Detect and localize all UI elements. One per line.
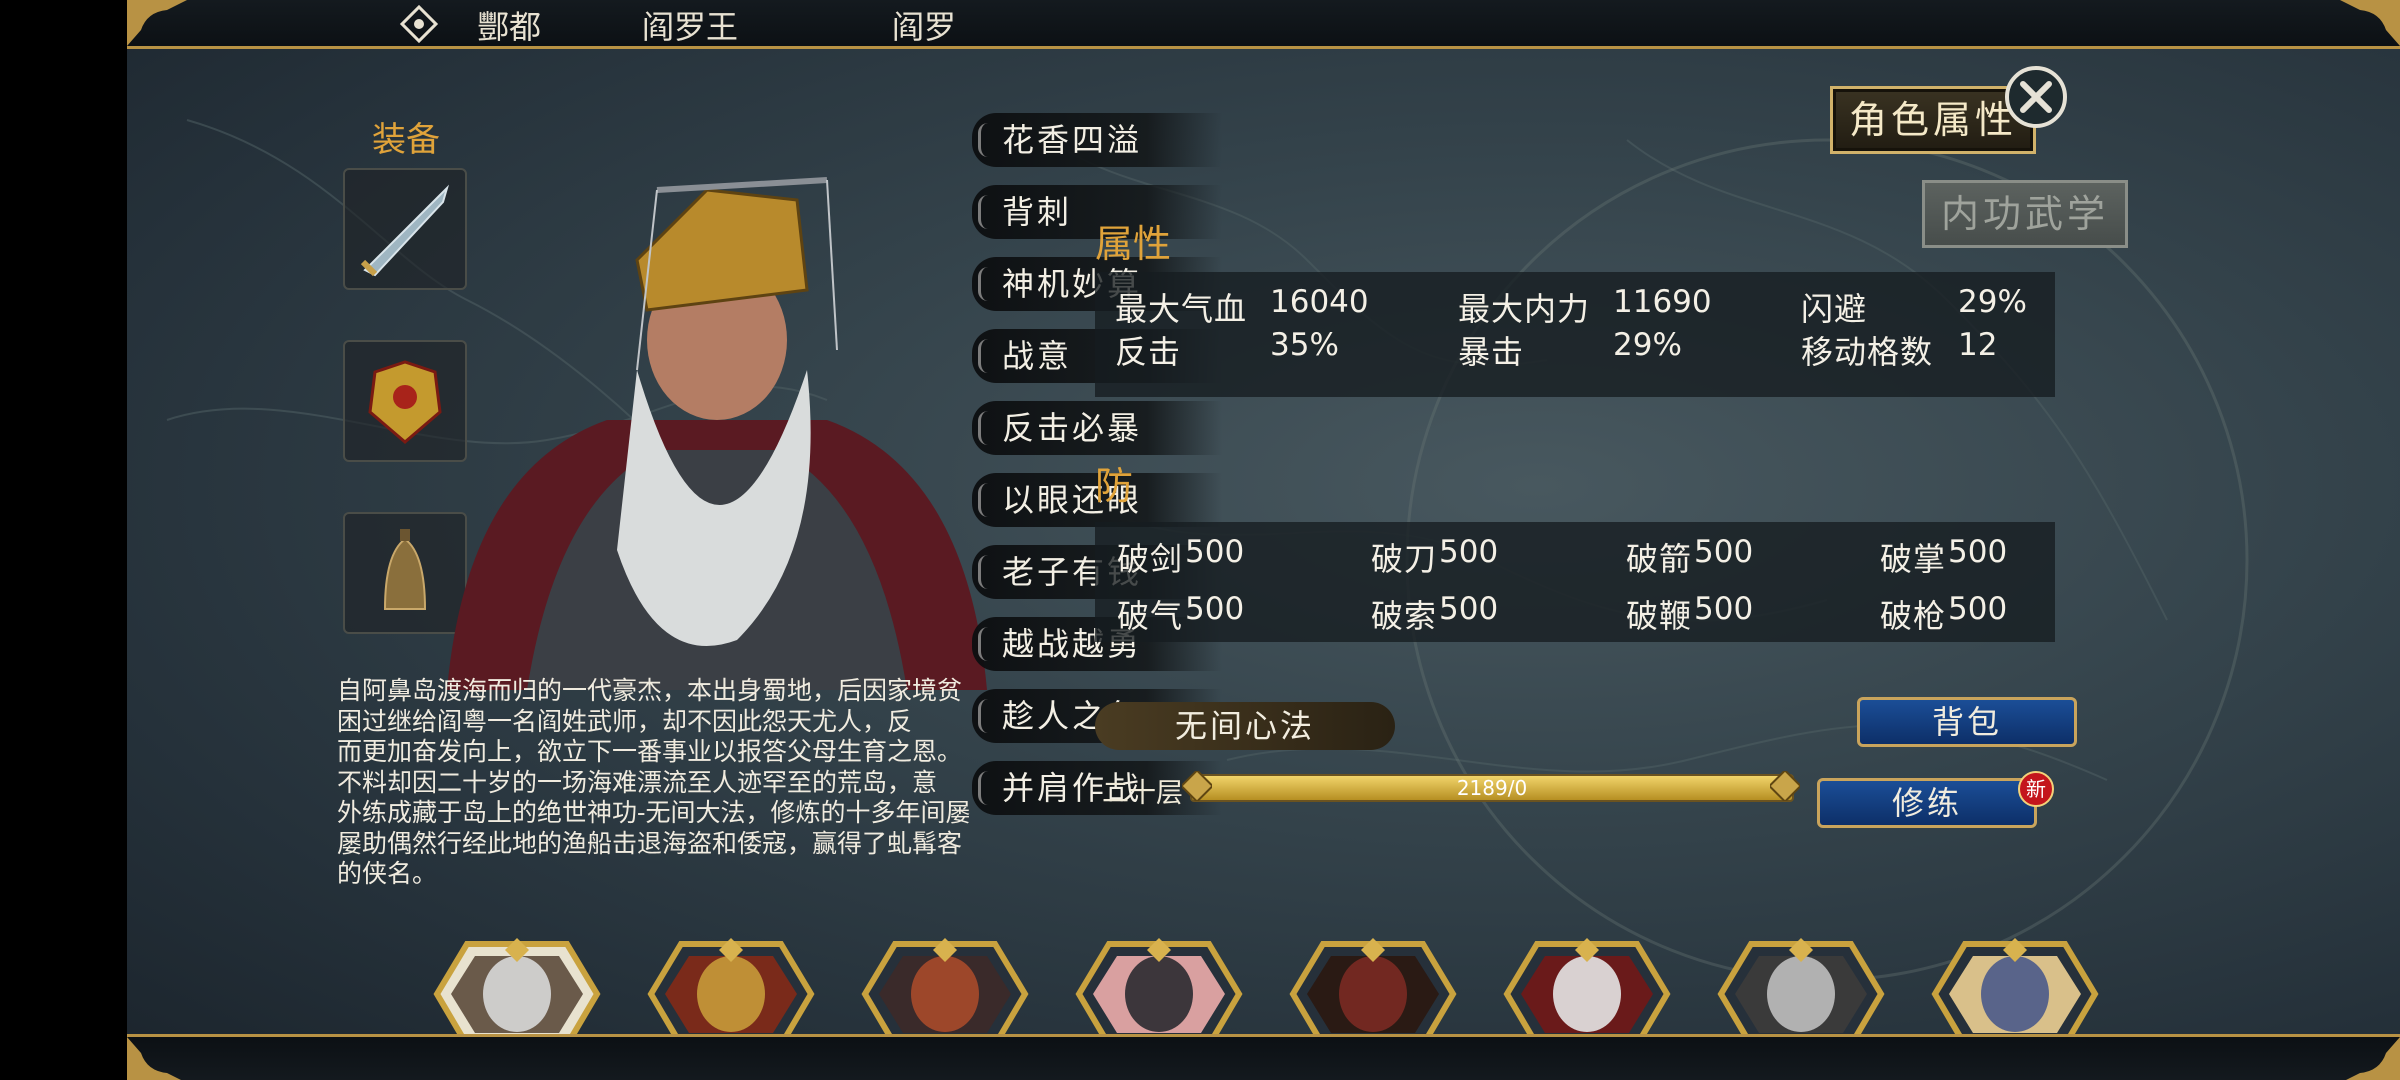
defense-label: 破掌 <box>1880 540 1947 578</box>
defense-value: 500 <box>1694 591 1754 627</box>
character-portrait <box>447 177 987 690</box>
defense-label: 破箭 <box>1626 540 1693 578</box>
defense-value: 500 <box>1439 534 1499 570</box>
progress-knob-icon <box>1770 771 1800 801</box>
inner-art-level: 二十层 <box>1102 778 1183 809</box>
inner-art-name[interactable]: 无间心法 <box>1095 702 1395 750</box>
description-line: 不料却因二十岁的一场海难漂流至人迹罕至的荒岛，意 <box>337 767 938 797</box>
defense-value: 500 <box>1694 534 1754 570</box>
defense-title: 防 <box>1095 464 1134 508</box>
breadcrumb-item-sect[interactable]: 阎罗王 <box>642 2 738 48</box>
stat-label: 最大内力 <box>1458 290 1591 328</box>
stat-label: 最大气血 <box>1115 290 1248 328</box>
corner-ornament-icon <box>127 1037 181 1080</box>
breadcrumb-item-region[interactable]: 酆都 <box>477 2 541 48</box>
defense-value: 500 <box>1948 534 2008 570</box>
corner-ornament-icon <box>2340 0 2400 46</box>
progress-knob-icon <box>1182 771 1212 801</box>
attributes-panel: 最大气血 16040 最大内力 11690 闪避 29% 反击 35% 暴击 2… <box>1095 272 2055 397</box>
defense-label: 破枪 <box>1880 597 1947 635</box>
description-line: 困过继给阎粤一名阎姓武师，却不因此怨天尤人，反 <box>337 706 913 736</box>
stat-value: 29% <box>1613 327 1682 363</box>
description-line: 屡助偶然行经此地的渔船击退海盗和倭寇，赢得了虬髯客 <box>337 828 963 858</box>
corner-ornament-icon <box>127 0 187 46</box>
description-line: 而更加奋发向上，欲立下一番事业以报答父母生育之恩。 <box>337 737 963 766</box>
description-line: 自阿鼻岛渡海而归的一代豪杰，本出身蜀地，后因家境贫 <box>337 676 963 705</box>
inner-art-progress-bar: 2189/0 <box>1190 774 1794 802</box>
breadcrumb-item-character: 阎罗 <box>892 8 957 46</box>
game-screen: 酆都 阎罗王 阎罗 装备 花香四溢 背刺 神机妙算 战意 反击必暴 以眼还眼 老… <box>127 0 2400 1080</box>
defense-label: 破气 <box>1117 597 1184 635</box>
equipment-title: 装备 <box>372 120 440 160</box>
defense-panel: 破剑 500 破刀 500 破箭 500 破掌 500 破气 500 破索 50… <box>1095 522 2055 642</box>
new-badge: 新 <box>2018 771 2054 807</box>
stat-label: 移动格数 <box>1801 333 1934 371</box>
corner-ornament-icon <box>2346 1037 2400 1080</box>
attributes-title: 属性 <box>1095 222 1172 266</box>
train-button[interactable]: 修练 <box>1817 778 2037 828</box>
stat-label: 反击 <box>1115 333 1182 371</box>
skill-item[interactable]: 反击必暴 <box>972 401 1222 455</box>
stat-value: 12 <box>1958 327 1998 363</box>
defense-value: 500 <box>1948 591 2008 627</box>
stat-label: 暴击 <box>1458 333 1525 371</box>
progress-text: 2189/0 <box>1456 776 1528 800</box>
top-bar: 酆都 阎罗王 阎罗 <box>127 0 2400 49</box>
sect-emblem-icon <box>399 4 439 44</box>
character-description: 自阿鼻岛渡海而归的一代豪杰，本出身蜀地，后因家境贫 困过继给阎粤一名阎姓武师，却… <box>337 676 1207 890</box>
stat-value: 35% <box>1270 327 1339 363</box>
stat-value: 11690 <box>1613 284 1712 320</box>
defense-label: 破索 <box>1371 597 1438 635</box>
stat-label: 闪避 <box>1801 290 1868 328</box>
defense-value: 500 <box>1439 591 1499 627</box>
tab-martial-arts[interactable]: 内功武学 <box>1922 180 2128 248</box>
defense-value: 500 <box>1185 591 1245 627</box>
backpack-button[interactable]: 背包 <box>1857 697 2077 747</box>
close-icon[interactable] <box>2003 64 2069 130</box>
stat-value: 29% <box>1958 284 2027 320</box>
skill-item[interactable]: 花香四溢 <box>972 113 1222 167</box>
defense-label: 破鞭 <box>1626 597 1693 635</box>
defense-value: 500 <box>1185 534 1245 570</box>
description-line: 外练成藏于岛上的绝世神功-无间大法，修炼的十多年间屡 <box>337 798 971 827</box>
bottom-bar <box>127 1034 2400 1080</box>
defense-label: 破刀 <box>1371 540 1438 578</box>
defense-label: 破剑 <box>1117 540 1184 578</box>
stat-value: 16040 <box>1270 284 1369 320</box>
description-line: 的侠名。 <box>337 859 438 888</box>
